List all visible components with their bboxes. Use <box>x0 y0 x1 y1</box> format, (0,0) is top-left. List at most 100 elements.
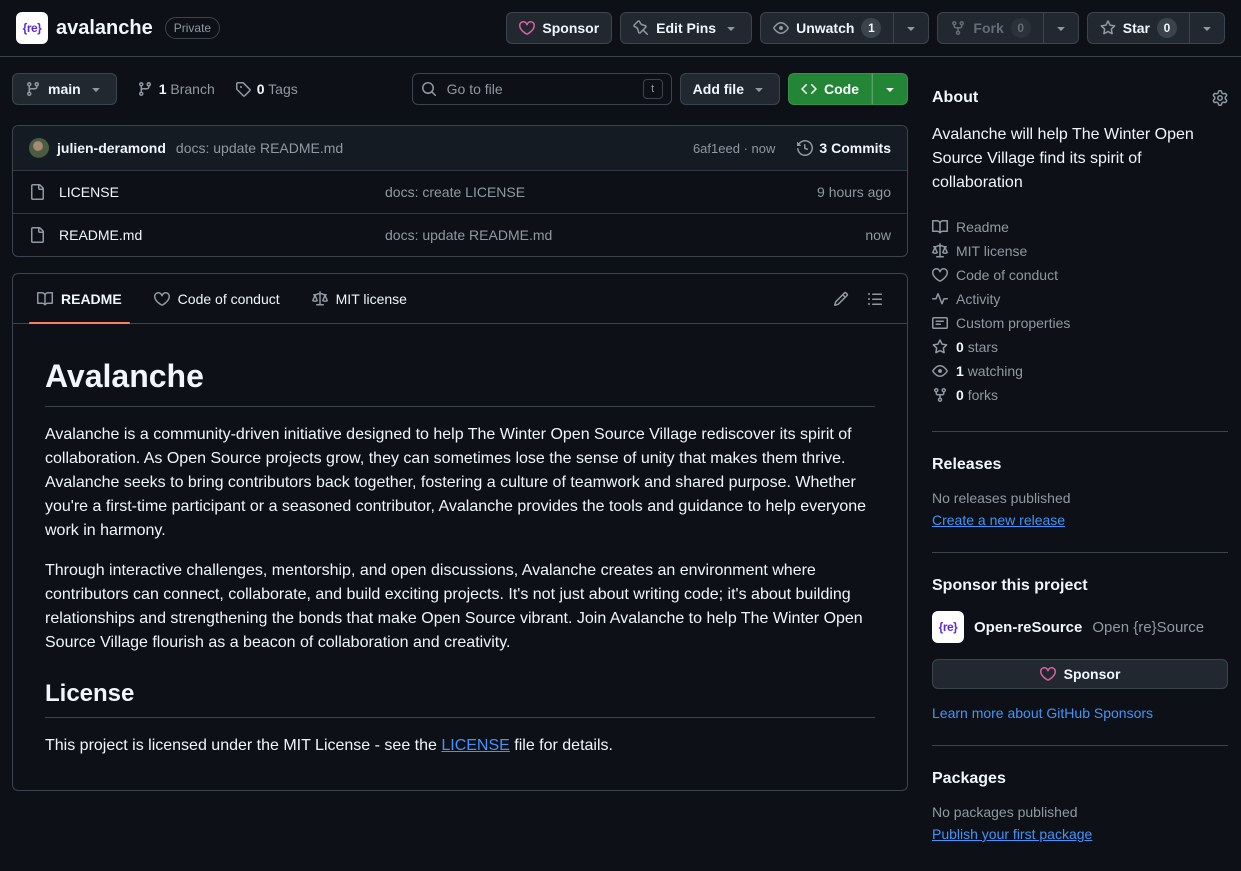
sponsor-org-row: {re} Open-reSource Open {re}Source <box>932 611 1228 643</box>
packages-empty-text: No packages published <box>932 804 1228 820</box>
sponsor-org-name[interactable]: Open-reSource <box>974 619 1082 636</box>
code-button-group: Code <box>788 73 908 105</box>
license-file-link[interactable]: LICENSE <box>441 737 509 754</box>
branches-link[interactable]: 1 Branch <box>137 81 215 97</box>
git-branch-icon <box>137 81 153 97</box>
chevron-down-icon <box>1199 20 1215 36</box>
add-file-button[interactable]: Add file <box>680 73 780 105</box>
code-of-conduct-icon <box>154 291 170 307</box>
org-avatar[interactable]: {re} <box>932 611 964 643</box>
sidebar-item-mit-license[interactable]: MIT license <box>932 239 1228 263</box>
code-button[interactable]: Code <box>788 73 872 105</box>
current-branch: main <box>48 81 81 97</box>
watch-count: 1 <box>861 18 881 38</box>
watching-count: 1 <box>956 363 964 379</box>
sidebar-sponsor-button[interactable]: Sponsor <box>932 659 1228 689</box>
star-button-group: Star 0 <box>1087 12 1225 44</box>
file-commit-message[interactable]: docs: update README.md <box>385 227 731 243</box>
tab-mit-license[interactable]: MIT license <box>296 274 423 323</box>
publish-package-link[interactable]: Publish your first package <box>932 826 1092 842</box>
sidebar-item-custom-properties[interactable]: Custom properties <box>932 311 1228 335</box>
readme-tab-bar: README Code of conduct MIT license <box>13 274 907 324</box>
git-branch-icon <box>25 81 41 97</box>
about-description: Avalanche will help The Winter Open Sour… <box>932 123 1228 195</box>
stars-count: 0 <box>956 339 964 355</box>
sidebar-sponsor-label: Sponsor <box>1064 666 1121 682</box>
readme-paragraph: Through interactive challenges, mentorsh… <box>45 559 875 655</box>
sidebar-item-code-of-conduct[interactable]: Code of conduct <box>932 263 1228 287</box>
fork-button[interactable]: Fork 0 <box>937 12 1043 44</box>
tab-code-of-conduct[interactable]: Code of conduct <box>138 274 296 323</box>
readme-tools <box>833 291 899 307</box>
tag-icon <box>235 81 251 97</box>
main-column: main 1 Branch 0 Tags <box>12 69 908 866</box>
branch-selector[interactable]: main <box>12 73 117 105</box>
readme-h1: Avalanche <box>45 356 875 407</box>
branch-count: 1 <box>159 81 167 97</box>
fork-label: Fork <box>973 20 1003 36</box>
toolbar-left: main 1 Branch 0 Tags <box>12 73 298 105</box>
tab-readme[interactable]: README <box>21 274 138 323</box>
tags-link[interactable]: 0 Tags <box>235 81 298 97</box>
fork-dropdown-button[interactable] <box>1044 12 1079 44</box>
sidebar-item-watching[interactable]: 1 watching <box>932 359 1228 383</box>
keyboard-shortcut-badge: t <box>643 79 663 99</box>
file-link[interactable]: README.md <box>29 227 385 243</box>
file-icon <box>29 227 45 243</box>
code-of-conduct-icon <box>932 267 948 283</box>
sidebar-item-activity[interactable]: Activity <box>932 287 1228 311</box>
commit-author-avatar[interactable] <box>29 138 49 158</box>
file-commit-message[interactable]: docs: create LICENSE <box>385 184 731 200</box>
releases-section: Releases No releases published Create a … <box>932 431 1228 552</box>
file-link[interactable]: LICENSE <box>29 184 385 200</box>
commit-sha-time[interactable]: 6af1eed · now <box>693 141 775 156</box>
learn-more-sponsors-link[interactable]: Learn more about GitHub Sponsors <box>932 705 1153 721</box>
watch-dropdown-button[interactable] <box>894 12 929 44</box>
star-dropdown-button[interactable] <box>1190 12 1225 44</box>
sidebar-item-label: Readme <box>956 219 1009 235</box>
gear-icon[interactable] <box>1212 90 1228 106</box>
toolbar-right: t Add file Code <box>412 73 908 105</box>
repo-forked-icon <box>932 387 948 403</box>
repo-forked-icon <box>950 20 966 36</box>
pencil-icon[interactable] <box>833 291 849 307</box>
sidebar-item-stars[interactable]: 0 stars <box>932 335 1228 359</box>
sidebar-item-forks[interactable]: 0 forks <box>932 383 1228 407</box>
star-button[interactable]: Star 0 <box>1087 12 1190 44</box>
commits-label: Commits <box>831 140 891 156</box>
sidebar-item-readme[interactable]: Readme <box>932 215 1228 239</box>
star-icon <box>1100 20 1116 36</box>
code-toolbar: main 1 Branch 0 Tags <box>12 73 908 105</box>
org-avatar[interactable]: {re} <box>16 12 48 44</box>
chevron-down-icon <box>882 81 898 97</box>
goto-file-input[interactable] <box>445 80 635 98</box>
sidebar-item-label: Code of conduct <box>956 267 1058 283</box>
commit-author[interactable]: julien-deramond <box>57 140 166 156</box>
star-count: 0 <box>1157 18 1177 38</box>
commit-history-link[interactable]: 3 Commits <box>797 140 891 156</box>
table-row: LICENSE docs: create LICENSE 9 hours ago <box>13 170 907 213</box>
commit-message[interactable]: docs: update README.md <box>176 140 343 156</box>
repo-name[interactable]: avalanche <box>56 17 153 40</box>
tab-label: README <box>61 291 122 307</box>
edit-pins-button[interactable]: Edit Pins <box>620 12 752 44</box>
commits-count: 3 <box>819 140 827 156</box>
tag-count-label: Tags <box>268 81 298 97</box>
heart-icon <box>1040 666 1056 682</box>
law-icon <box>932 243 948 259</box>
unwatch-label: Unwatch <box>796 20 854 36</box>
search-icon <box>421 81 437 97</box>
chevron-down-icon <box>723 20 739 36</box>
readme-h2-license: License <box>45 679 875 718</box>
unwatch-button[interactable]: Unwatch 1 <box>760 12 894 44</box>
goto-file-search[interactable]: t <box>412 73 672 105</box>
list-unordered-icon[interactable] <box>867 291 883 307</box>
packages-section: Packages No packages published Publish y… <box>932 745 1228 866</box>
commit-meta: 6af1eed · now 3 Commits <box>693 140 891 156</box>
sponsor-button[interactable]: Sponsor <box>506 12 612 44</box>
create-release-link[interactable]: Create a new release <box>932 512 1065 528</box>
commit-sha[interactable]: 6af1eed <box>693 141 740 156</box>
code-dropdown-button[interactable] <box>872 73 908 105</box>
pulse-icon <box>932 291 948 307</box>
tag-count: 0 <box>257 81 265 97</box>
